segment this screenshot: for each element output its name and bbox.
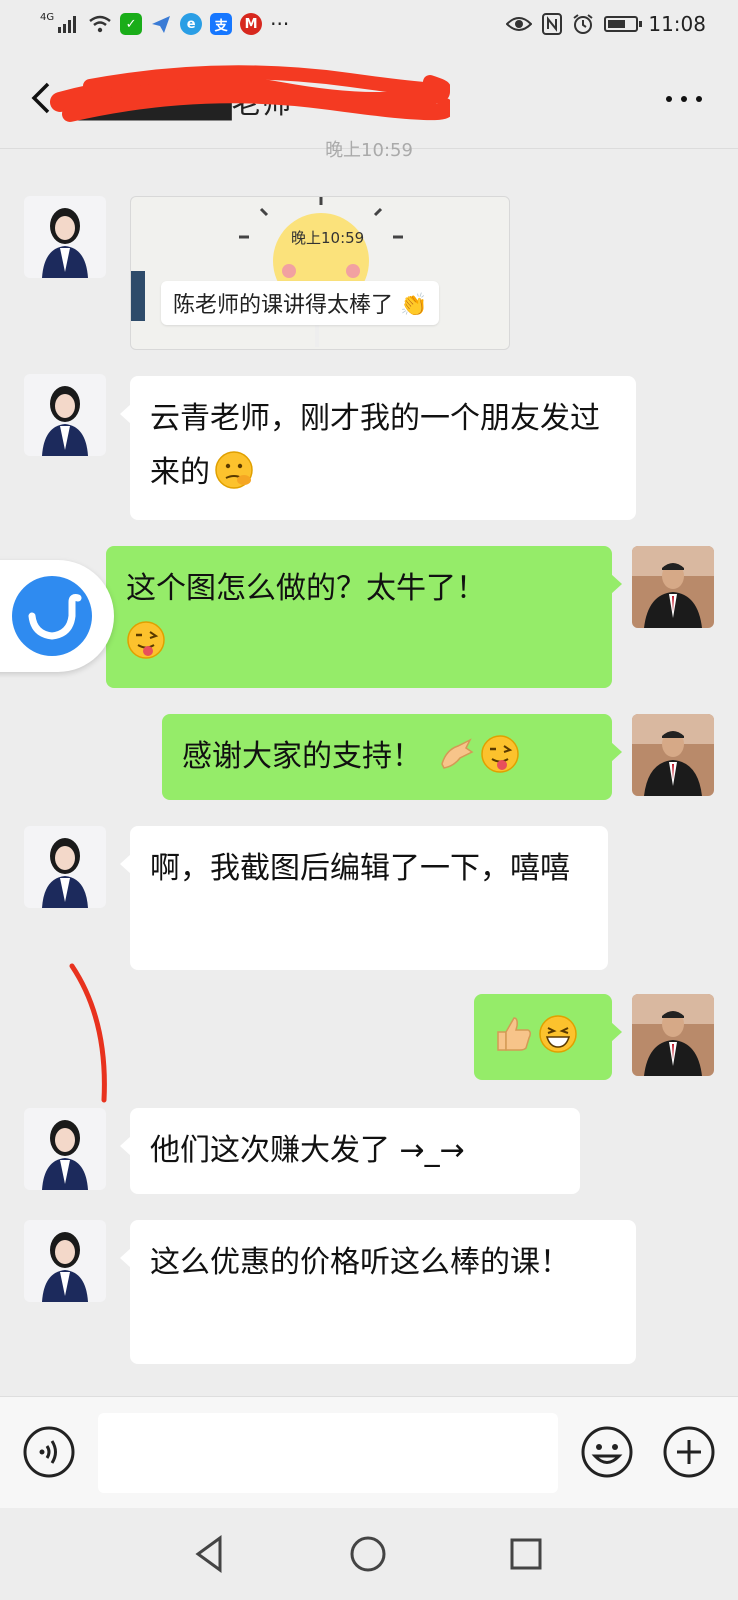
contact-avatar[interactable] [24, 1220, 106, 1302]
alarm-icon [572, 13, 594, 35]
bank-icon: M [240, 13, 263, 35]
clapping-hands-icon: 👏 [400, 293, 428, 318]
square-recents-icon [510, 1538, 542, 1570]
message-bubble[interactable]: 云青老师，刚才我的一个朋友发过来的 [120, 376, 636, 520]
message-bubble[interactable] [474, 994, 622, 1080]
message-text: 他们这次赚大发了 →_→ [150, 1133, 465, 1168]
message-text: 感谢大家的支持！ [182, 739, 422, 774]
wifi-icon [88, 15, 112, 33]
circle-home-icon [350, 1536, 386, 1572]
message-bubble[interactable]: 感谢大家的支持！ [162, 714, 622, 800]
voice-input-button[interactable] [22, 1425, 76, 1479]
app-notification-icon: ✓ [120, 13, 143, 35]
message-text: 这么优惠的价格听这么棒的课！ [150, 1245, 570, 1280]
nav-recents-button[interactable] [504, 1532, 548, 1576]
my-avatar[interactable] [632, 546, 714, 628]
status-bar: 4G ✓ e 支 M ··· 11:08 [0, 0, 738, 52]
chat-timestamp: 晚上10:59 [325, 140, 413, 161]
clock: 11:08 [648, 12, 706, 36]
alipay-icon: 支 [210, 13, 233, 35]
input-bar [0, 1396, 738, 1509]
message-bubble[interactable]: 他们这次赚大发了 →_→ [120, 1108, 580, 1194]
assistant-bubble-icon [12, 576, 92, 656]
image-message[interactable]: 晚上10:59 陈老师的课讲得太棒了 👏 [130, 196, 510, 350]
plus-circle-icon [663, 1426, 715, 1478]
image-time-text: 晚上10:59 [291, 229, 365, 247]
floating-assistant-button[interactable] [0, 560, 114, 672]
message-bubble[interactable]: 这么优惠的价格听这么棒的课！ [120, 1220, 636, 1364]
my-avatar[interactable] [632, 994, 714, 1076]
red-annotation-stroke [69, 963, 107, 1103]
paper-plane-icon [150, 13, 172, 35]
thumbs-up-icon [497, 1017, 532, 1051]
message-bubble[interactable]: 啊，我截图后编辑了一下，嘻嘻 [120, 826, 608, 970]
browser-icon: e [180, 13, 203, 35]
nav-back-button[interactable] [188, 1532, 232, 1576]
battery-icon [604, 16, 643, 32]
system-navigation-bar [0, 1508, 738, 1600]
voice-icon [23, 1426, 75, 1478]
redaction-scribble [50, 65, 450, 122]
message-text: 啊，我截图后编辑了一下，嘻嘻 [150, 851, 570, 886]
triangle-back-icon [195, 1535, 222, 1573]
chat-header: ▇▇▇▇▇▇▇老师 [0, 52, 738, 149]
signal-icon [58, 15, 80, 33]
smiley-icon [581, 1426, 633, 1478]
more-options-button[interactable] [666, 96, 702, 102]
more-notifications-icon: ··· [270, 12, 290, 36]
message-bubble[interactable]: 这个图怎么做的？太牛了！ [106, 546, 622, 688]
contact-avatar[interactable] [24, 826, 106, 908]
my-avatar[interactable] [632, 714, 714, 796]
nfc-icon [542, 13, 563, 35]
contact-avatar[interactable] [24, 374, 106, 456]
image-caption: 陈老师的课讲得太棒了 👏 [161, 281, 440, 325]
sun-illustration [131, 197, 403, 347]
winking-face-icon [481, 735, 519, 773]
grinning-face-icon [539, 1015, 577, 1053]
image-caption-text: 陈老师的课讲得太棒了 [173, 293, 394, 318]
more-functions-button[interactable] [662, 1425, 716, 1479]
winking-face-tongue-icon [127, 621, 165, 659]
emoji-button[interactable] [580, 1425, 634, 1479]
ok-hand-icon [441, 738, 474, 769]
eye-icon [506, 15, 533, 33]
contact-avatar[interactable] [24, 1108, 106, 1190]
nav-home-button[interactable] [346, 1532, 390, 1576]
thinking-face-icon [215, 451, 253, 489]
message-text: 这个图怎么做的？太牛了！ [126, 571, 486, 606]
contact-avatar[interactable] [24, 196, 106, 278]
network-type: 4G [40, 11, 55, 23]
message-input[interactable] [98, 1413, 558, 1493]
